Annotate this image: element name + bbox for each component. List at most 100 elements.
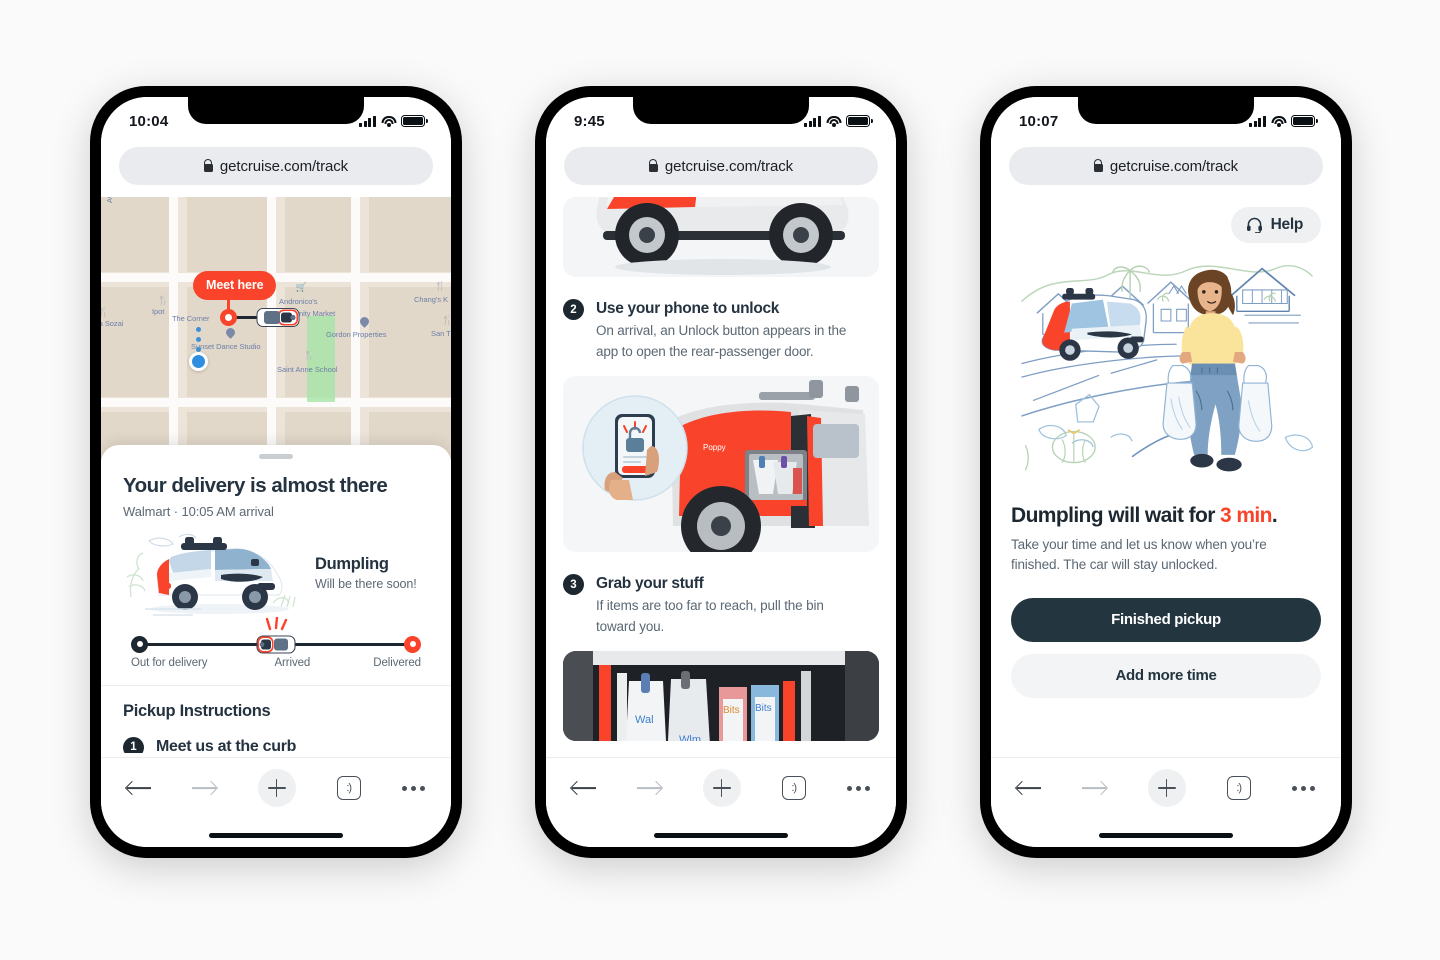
add-more-time-button[interactable]: Add more time: [1011, 653, 1321, 698]
svg-text:Bits: Bits: [723, 705, 740, 716]
phone-2-content[interactable]: cruise 2 Use your phone to unlock: [546, 197, 896, 753]
svg-text:Wal: Wal: [635, 714, 654, 726]
battery-full-icon: [401, 115, 428, 127]
browser-toolbar: :): [101, 757, 451, 847]
restaurant-pin-icon: 🍴: [101, 307, 110, 317]
grocery-bin-illustration: Wal Wlm Bits Bits: [563, 651, 879, 742]
phone-3-screen: 10:07 getcruise.com/track Help Dumpling …: [991, 97, 1341, 847]
phone-notch: [633, 97, 809, 124]
battery-full-icon: [846, 115, 873, 127]
steps-scroll-area[interactable]: cruise 2 Use your phone to unlock: [546, 197, 896, 742]
home-indicator: [209, 833, 343, 838]
progress-node-delivered: [404, 635, 421, 653]
svg-text:Poppy: Poppy: [703, 443, 726, 452]
forward-button[interactable]: [637, 779, 661, 797]
map-poi-label: The Corner: [172, 314, 210, 323]
user-location-dot: [189, 352, 208, 371]
delivery-progress-tracker: Out for delivery Arrived Delivered: [131, 616, 421, 675]
finished-pickup-button[interactable]: Finished pickup: [1011, 597, 1321, 642]
status-time: 10:07: [1019, 112, 1059, 130]
meet-here-marker[interactable]: Meet here: [193, 271, 277, 300]
back-button[interactable]: [1017, 779, 1041, 797]
screenshot-stage: 10:04 getcruise.com/track 🍴 Ipot 🍴 Sozai…: [0, 0, 1440, 960]
map-base: [101, 197, 451, 459]
phone-notch: [1078, 97, 1254, 124]
url-bar-container: getcruise.com/track: [101, 141, 451, 197]
grocery-bin-photo: Wal Wlm Bits Bits: [563, 651, 879, 742]
map-poi-label: Gordon Properties: [326, 330, 387, 339]
arrow-right-icon: [1082, 779, 1106, 797]
vehicle-side-photo: cruise: [563, 197, 879, 277]
step-number-badge: 1: [123, 736, 144, 753]
svg-text:Bits: Bits: [755, 703, 772, 714]
menu-button[interactable]: [402, 785, 425, 791]
new-tab-button[interactable]: [257, 769, 296, 807]
step-number-badge: 2: [563, 299, 584, 320]
url-text: getcruise.com/track: [664, 157, 794, 175]
map-poi-label: Chang's K: [414, 295, 448, 304]
new-tab-button[interactable]: [702, 769, 741, 807]
url-bar-container: getcruise.com/track: [546, 141, 896, 197]
step-item-2: 2 Use your phone to unlock On arrival, a…: [563, 299, 879, 362]
tabs-button[interactable]: :): [1226, 776, 1251, 800]
url-text: getcruise.com/track: [1109, 157, 1239, 175]
restaurant-pin-icon: 🍴: [303, 350, 316, 360]
vehicle-info: Dumpling Will be there soon!: [309, 555, 417, 591]
address-bar[interactable]: getcruise.com/track: [119, 147, 433, 185]
vehicle-summary-row: Dumpling Will be there soon!: [123, 525, 429, 621]
map-poi-label: Andronico's: [279, 297, 318, 306]
status-time: 10:04: [129, 112, 169, 130]
step-description: If items are too far to reach, pull the …: [596, 598, 824, 634]
lock-icon: [203, 163, 213, 172]
delivery-map[interactable]: Ave 🍴 Ipot 🍴 va Sozai 🍸 The Corner Sunse…: [101, 197, 451, 459]
phone-2-screen: 9:45 getcruise.com/track 2 Use your phon…: [546, 97, 896, 847]
progress-labels: Out for delivery Arrived Delivered: [131, 657, 421, 669]
step-title: Grab your stuff: [596, 575, 704, 593]
lock-icon: [1093, 163, 1103, 172]
smiley-face-icon: :): [346, 781, 352, 794]
progress-vehicle-icon: [256, 634, 296, 654]
forward-button[interactable]: [192, 779, 216, 797]
phone-notch: [188, 97, 364, 124]
delivery-subtitle: Walmart · 10:05 AM arrival: [123, 503, 274, 519]
section-divider: [101, 684, 451, 686]
sheet-grabber-handle[interactable]: [259, 454, 293, 459]
delivery-title: Your delivery is almost there: [123, 473, 388, 497]
back-button[interactable]: [127, 779, 151, 797]
progress-label-0: Out for delivery: [131, 656, 208, 669]
help-row: Help: [1011, 207, 1321, 243]
url-text: getcruise.com/track: [219, 157, 349, 175]
cellular-bars-icon: [804, 115, 821, 127]
restaurant-pin-icon: 🍴: [434, 281, 447, 291]
cellular-bars-icon: [1249, 115, 1266, 127]
tabs-button[interactable]: :): [336, 776, 361, 800]
status-indicators: [804, 111, 873, 127]
address-bar[interactable]: getcruise.com/track: [564, 147, 878, 185]
map-poi-label: Sunset Dance Studio: [191, 342, 261, 351]
help-button[interactable]: Help: [1230, 207, 1321, 243]
vehicle-on-map-icon: [256, 308, 300, 327]
new-tab-button[interactable]: [1147, 769, 1186, 807]
vehicle-eta-text: Will be there soon!: [315, 576, 417, 591]
home-indicator: [654, 833, 788, 838]
menu-button[interactable]: [847, 785, 870, 791]
back-button[interactable]: [572, 779, 596, 797]
step-description: On arrival, an Unlock button appears in …: [596, 323, 847, 359]
phone-1-content: Ave 🍴 Ipot 🍴 va Sozai 🍸 The Corner Sunse…: [101, 197, 451, 753]
step-title: Use your phone to unlock: [596, 300, 780, 317]
browser-toolbar: :): [546, 757, 896, 847]
tabs-button[interactable]: :): [781, 776, 806, 800]
step-number-badge: 3: [563, 574, 584, 596]
menu-button[interactable]: [1292, 785, 1315, 791]
pickup-instruction-item[interactable]: 1 Meet us at the curb: [123, 736, 429, 753]
meet-here-label: Meet here: [206, 278, 264, 292]
svg-text:Wlm: Wlm: [679, 734, 701, 741]
forward-button[interactable]: [1082, 779, 1106, 797]
restaurant-pin-icon: 🍴: [157, 295, 170, 305]
browser-toolbar: :): [991, 757, 1341, 847]
address-bar[interactable]: getcruise.com/track: [1009, 147, 1323, 185]
phone-unlocking-vehicle-illustration: Poppy: [563, 376, 879, 553]
smiley-face-icon: :): [791, 781, 797, 794]
delivery-bottom-sheet[interactable]: Your delivery is almost there Walmart · …: [101, 445, 451, 753]
status-indicators: [359, 111, 428, 127]
